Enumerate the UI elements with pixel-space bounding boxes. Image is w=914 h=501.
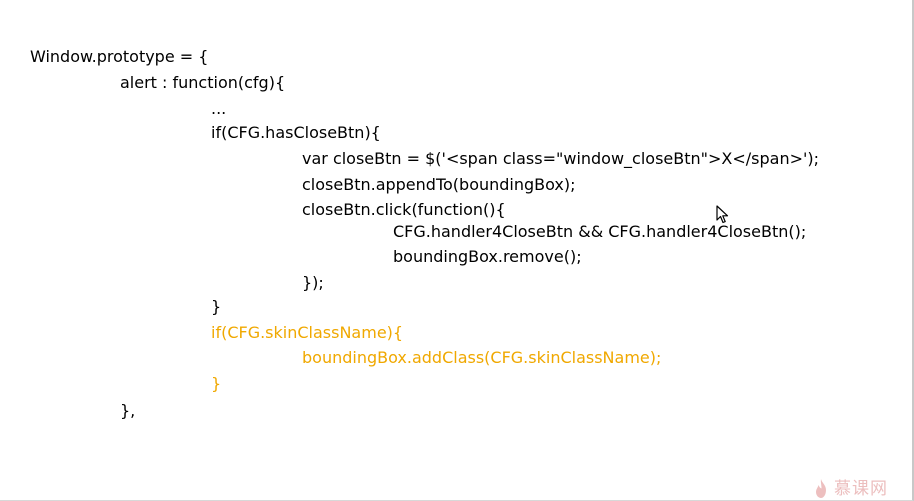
code-line-15: }, xyxy=(120,401,136,420)
code-line-7: closeBtn.click(function(){ xyxy=(302,200,506,219)
code-line-6: closeBtn.appendTo(boundingBox); xyxy=(302,175,576,194)
code-line-8: CFG.handler4CloseBtn && CFG.handler4Clos… xyxy=(393,222,807,241)
code-line-9: boundingBox.remove(); xyxy=(393,247,582,266)
code-line-11: } xyxy=(211,297,222,316)
code-line-14-highlighted: } xyxy=(211,374,222,393)
code-line-4: if(CFG.hasCloseBtn){ xyxy=(211,123,381,142)
code-line-1: Window.prototype = { xyxy=(30,47,209,66)
mouse-pointer-icon xyxy=(716,205,729,224)
code-line-13-highlighted: boundingBox.addClass(CFG.skinClassName); xyxy=(302,348,662,367)
code-line-10: }); xyxy=(302,273,324,292)
flame-logo-icon xyxy=(816,479,826,498)
watermark: 慕课网 xyxy=(812,478,888,500)
watermark-text: 慕课网 xyxy=(834,479,888,499)
code-slide: Window.prototype = { alert : function(cf… xyxy=(0,0,914,501)
code-line-3: ... xyxy=(211,99,227,118)
code-line-2: alert : function(cfg){ xyxy=(120,73,286,92)
code-line-12-highlighted: if(CFG.skinClassName){ xyxy=(211,323,404,342)
code-line-5: var closeBtn = $('<span class="window_cl… xyxy=(302,149,820,168)
